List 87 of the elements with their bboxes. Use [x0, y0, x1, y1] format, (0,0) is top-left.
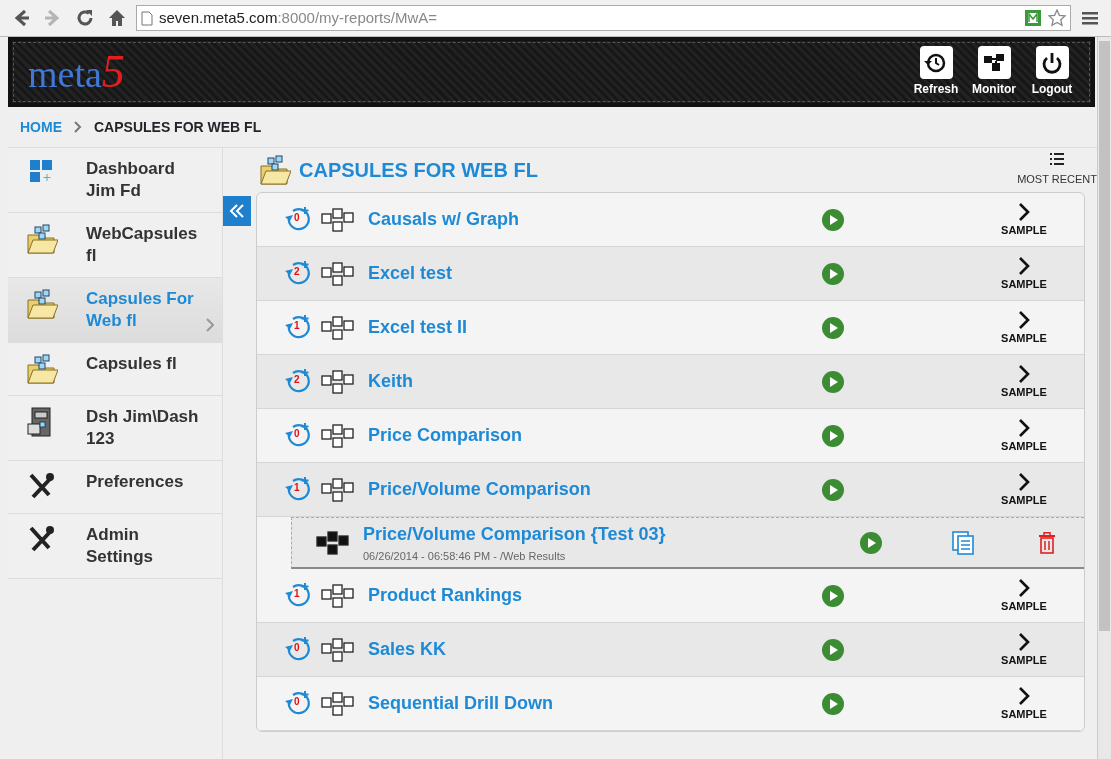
play-icon	[822, 638, 844, 661]
play-icon	[822, 692, 844, 715]
copy-button[interactable]	[952, 530, 974, 555]
home-icon	[107, 8, 127, 28]
delete-button[interactable]	[1038, 531, 1056, 554]
sample-button[interactable]: SAMPLE	[964, 472, 1084, 507]
chevron-icon	[1018, 418, 1030, 439]
chevron-icon	[1018, 202, 1030, 223]
run-button[interactable]	[822, 208, 844, 231]
star-icon[interactable]	[1048, 9, 1066, 27]
chevron-icon	[1018, 472, 1030, 493]
count-text: 0	[294, 428, 300, 439]
logo: meta5	[28, 49, 125, 95]
run-button[interactable]	[822, 692, 844, 715]
play-icon	[860, 531, 882, 554]
page-title: CAPSULES FOR WEB FL	[299, 158, 538, 183]
count-text: 1	[294, 320, 300, 331]
run-button[interactable]	[822, 478, 844, 501]
flow-icon	[316, 530, 349, 555]
chevron-icon	[1018, 310, 1030, 331]
count-text: 0	[294, 212, 300, 223]
chevron-icon	[1018, 256, 1030, 277]
run-button[interactable]	[822, 370, 844, 393]
play-icon	[822, 584, 844, 607]
run-button[interactable]	[860, 531, 882, 554]
play-icon	[822, 424, 844, 447]
scrollbar[interactable]	[1097, 37, 1111, 759]
result-details: 06/26/2014 - 06:58:46 PM - /Web Results	[363, 548, 567, 564]
flow-icon	[321, 637, 354, 662]
flow-icon	[321, 477, 354, 502]
copy-icon	[952, 530, 974, 555]
sample-button[interactable]: SAMPLE	[964, 364, 1084, 399]
folder-icon	[259, 154, 291, 186]
chevron-icon	[1018, 686, 1030, 707]
chevron-icon	[1018, 632, 1030, 653]
run-button[interactable]	[822, 638, 844, 661]
count-text: 2	[294, 374, 300, 385]
chevron-icon	[74, 121, 82, 133]
trash-icon	[1038, 531, 1056, 554]
extension-icon[interactable]	[1024, 9, 1042, 27]
count-text: 0	[294, 642, 300, 653]
chevron-icon	[1018, 578, 1030, 599]
flow-icon	[321, 691, 354, 716]
sample-button[interactable]: SAMPLE	[964, 310, 1084, 345]
flow-icon	[321, 583, 354, 608]
sort-button[interactable]: MOST RECENT	[1017, 152, 1097, 188]
list-icon	[1050, 152, 1065, 165]
sample-button[interactable]: SAMPLE	[964, 632, 1084, 667]
flow-icon	[321, 207, 354, 232]
run-button[interactable]	[822, 262, 844, 285]
sample-button[interactable]: SAMPLE	[964, 202, 1084, 237]
run-button[interactable]	[822, 316, 844, 339]
count-text: 0	[294, 696, 300, 707]
double-chevron-icon	[229, 204, 245, 218]
run-button[interactable]	[822, 424, 844, 447]
sample-button[interactable]: SAMPLE	[964, 418, 1084, 453]
play-icon	[822, 370, 844, 393]
address-bar[interactable]: seven.meta5.com:8000/my-reports/MwA=	[136, 5, 1071, 31]
sample-button[interactable]: SAMPLE	[964, 256, 1084, 291]
count-text: 2	[294, 266, 300, 277]
collapse-button[interactable]	[223, 196, 251, 226]
flow-icon	[321, 369, 354, 394]
count-text: 1	[294, 588, 300, 599]
url-text: seven.meta5.com:8000/my-reports/MwA=	[159, 7, 438, 28]
monitor-button[interactable]: Monitor	[965, 46, 1023, 98]
chevron-icon	[1018, 364, 1030, 385]
logout-button[interactable]: Logout	[1023, 46, 1081, 98]
play-icon	[822, 262, 844, 285]
page-icon	[141, 10, 153, 26]
flow-icon	[321, 423, 354, 448]
refresh-button[interactable]: Refresh	[907, 46, 965, 98]
count-text: 1	[294, 482, 300, 493]
play-icon	[822, 478, 844, 501]
menu-icon	[1082, 11, 1098, 25]
reload-icon	[75, 8, 95, 28]
breadcrumb-current: CAPSULES FOR WEB FL	[94, 117, 262, 137]
folder-icon	[26, 288, 58, 320]
flow-icon	[321, 315, 354, 340]
sample-button[interactable]: SAMPLE	[964, 578, 1084, 613]
chevron-icon	[206, 318, 214, 332]
folder-icon	[26, 353, 58, 385]
play-icon	[822, 316, 844, 339]
play-icon	[822, 208, 844, 231]
run-button[interactable]	[822, 584, 844, 607]
flow-icon	[321, 261, 354, 286]
folder-icon	[26, 223, 58, 255]
sample-button[interactable]: SAMPLE	[964, 686, 1084, 721]
